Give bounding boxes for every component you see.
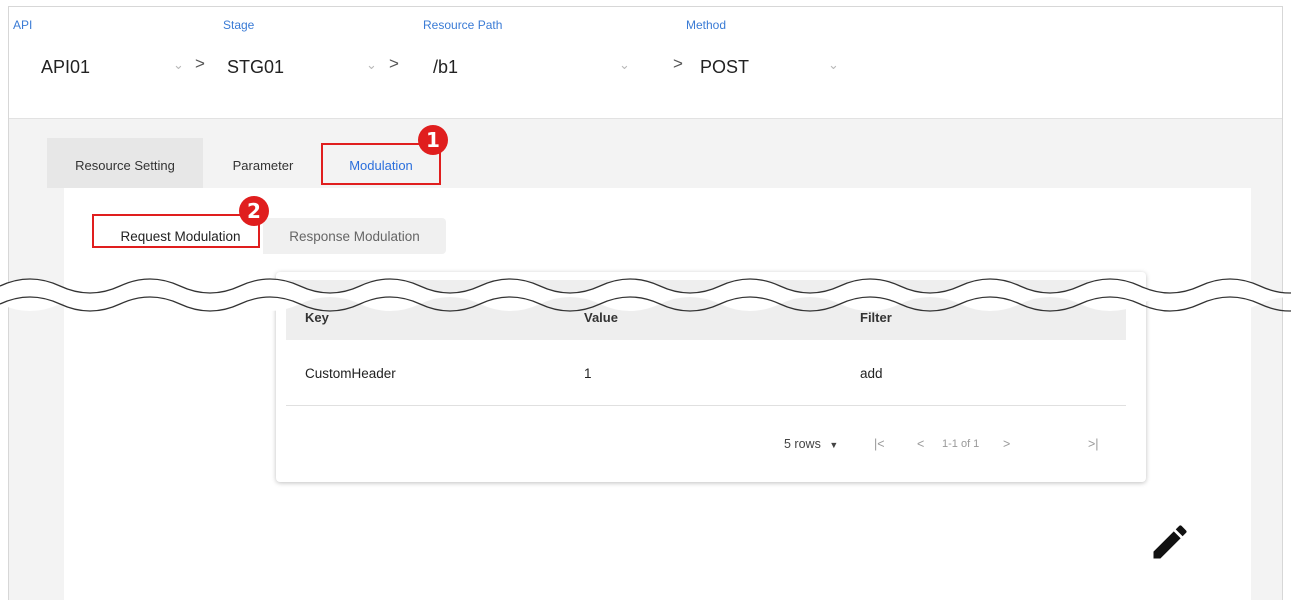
callout-badge-2: 2 [239,196,269,226]
dropdown-caret-icon: ▼ [829,440,839,450]
callout-badge-1: 1 [418,125,448,155]
last-page-button[interactable]: >| [1088,437,1099,451]
cell-filter: add [860,366,883,381]
next-page-button[interactable]: > [1003,437,1010,451]
cell-key: CustomHeader [305,366,396,381]
cell-value: 1 [584,366,592,381]
resource-path-label: Resource Path [423,18,503,32]
table-row[interactable]: CustomHeader 1 add [286,340,1126,406]
stage-label: Stage [223,18,255,32]
chevron-down-icon: ⌄ [619,57,630,72]
first-page-button[interactable]: |< [874,437,885,451]
pencil-edit-icon[interactable] [1148,520,1192,564]
chevron-down-icon: ⌄ [366,57,377,72]
api-label: API [13,18,33,32]
page-range: 1-1 of 1 [942,438,980,450]
breadcrumb-separator: > [389,54,399,73]
method-value: POST [700,57,750,77]
request-modulation-highlight [92,214,260,248]
chevron-down-icon: ⌄ [828,57,839,72]
tab-parameter[interactable]: Parameter [203,138,323,188]
prev-page-button[interactable]: < [917,437,924,451]
api-value: API01 [41,57,91,77]
tab-resource-setting[interactable]: Resource Setting [47,138,203,188]
tab-response-modulation[interactable]: Response Modulation [263,218,446,254]
section-break-wave [0,278,1291,312]
stage-value: STG01 [227,57,285,77]
rows-per-page-select[interactable]: 5 rows ▼ [784,437,838,451]
breadcrumb-separator: > [195,54,205,73]
breadcrumb-separator: > [673,54,683,73]
method-label: Method [686,18,727,32]
chevron-down-icon: ⌄ [173,57,184,72]
rows-per-page-value: 5 rows [784,437,821,451]
resource-path-value: /b1 [433,57,459,77]
breadcrumb: API API01 ⌄ > Stage STG01 ⌄ > Resource P… [9,7,1282,119]
